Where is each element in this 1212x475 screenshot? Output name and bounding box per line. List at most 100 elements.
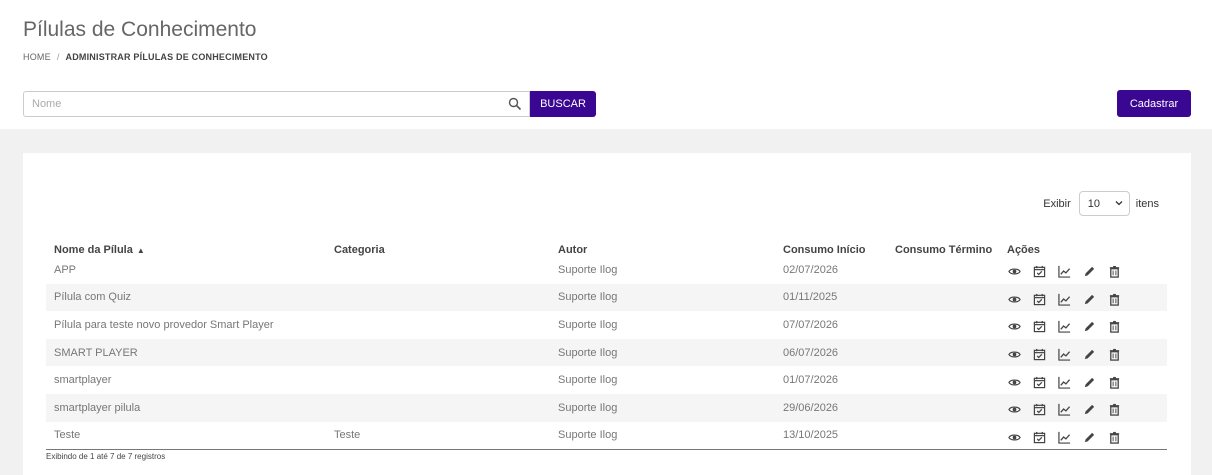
chart-line-icon[interactable] — [1057, 292, 1071, 306]
page-title: Pílulas de Conhecimento — [23, 18, 257, 41]
pencil-icon[interactable] — [1082, 320, 1096, 334]
cell-author: Suporte Ilog — [558, 263, 618, 276]
cell-name: Pílula para teste novo provedor Smart Pl… — [54, 318, 274, 331]
cell-author: Suporte Ilog — [558, 346, 618, 359]
calendar-check-icon[interactable] — [1032, 292, 1046, 306]
column-header-end[interactable]: Consumo Término — [887, 229, 999, 256]
cell-start: 01/11/2025 — [783, 291, 838, 304]
cell-actions — [999, 284, 1167, 312]
search-input[interactable] — [24, 92, 510, 116]
content-card: Exibir 10 itens Nome da Pílula ▲ Categori… — [23, 153, 1191, 475]
cell-end — [887, 339, 999, 367]
column-header-name[interactable]: Nome da Pílula ▲ — [46, 229, 326, 256]
table-row: smartplayer pilula Suporte Ilog 29/06/2026 — [46, 393, 1167, 422]
trash-icon[interactable] — [1107, 265, 1121, 279]
cell-end — [887, 366, 999, 394]
table-footer-info: Exibindo de 1 até 7 de 7 registros — [46, 452, 166, 461]
pencil-icon[interactable] — [1082, 348, 1096, 362]
cell-author: Suporte Ilog — [558, 374, 618, 387]
cell-name: smartplayer pilula — [54, 401, 141, 414]
calendar-check-icon[interactable] — [1032, 375, 1046, 389]
breadcrumb-separator: / — [56, 52, 60, 62]
cell-name: Teste — [54, 429, 81, 442]
cell-actions — [999, 366, 1167, 394]
table-row: Pílula para teste novo provedor Smart Pl… — [46, 311, 1167, 339]
eye-icon[interactable] — [1007, 292, 1021, 306]
table-row: smartplayer Suporte Ilog 01/07/2026 — [46, 366, 1167, 394]
search-icon[interactable] — [508, 97, 522, 111]
chart-line-icon[interactable] — [1057, 265, 1071, 279]
page-size-suffix: itens — [1135, 197, 1159, 210]
cell-end — [887, 284, 999, 312]
breadcrumb-current: ADMINISTRAR PÍLULAS DE CONHECIMENTO — [65, 52, 268, 62]
cell-actions — [999, 256, 1167, 284]
table-row: Teste Teste Suporte Ilog 13/10/2025 — [46, 422, 1167, 450]
trash-icon[interactable] — [1107, 375, 1121, 389]
page-size-select[interactable]: 10 — [1078, 191, 1130, 216]
breadcrumb-home[interactable]: HOME — [23, 52, 51, 62]
pills-table: Nome da Pílula ▲ Categoria Autor Consumo … — [46, 229, 1167, 450]
cell-name: SMART PLAYER — [54, 346, 138, 359]
search-button[interactable]: BUSCAR — [530, 91, 596, 117]
trash-icon[interactable] — [1107, 430, 1121, 444]
trash-icon[interactable] — [1107, 403, 1121, 417]
trash-icon[interactable] — [1107, 348, 1121, 362]
cell-category — [326, 311, 550, 339]
eye-icon[interactable] — [1007, 430, 1021, 444]
sort-asc-icon: ▲ — [136, 246, 145, 255]
chevron-down-icon — [1115, 198, 1123, 210]
search-box — [23, 91, 530, 117]
calendar-check-icon[interactable] — [1032, 430, 1046, 444]
chart-line-icon[interactable] — [1057, 403, 1071, 417]
cell-category — [326, 394, 550, 422]
chart-line-icon[interactable] — [1057, 430, 1071, 444]
cell-category — [326, 284, 550, 312]
cell-actions — [999, 394, 1167, 422]
eye-icon[interactable] — [1007, 348, 1021, 362]
cell-author: Suporte Ilog — [558, 318, 618, 331]
column-header-start[interactable]: Consumo Início — [775, 229, 887, 256]
cell-category — [326, 366, 550, 394]
eye-icon[interactable] — [1007, 375, 1021, 389]
cell-end — [887, 394, 999, 422]
create-button[interactable]: Cadastrar — [1117, 90, 1191, 117]
eye-icon[interactable] — [1007, 320, 1021, 334]
cell-name: smartplayer — [54, 374, 112, 387]
cell-author: Suporte Ilog — [558, 401, 618, 414]
cell-start: 02/07/2026 — [783, 263, 839, 276]
page-size-prefix: Exibir — [1043, 197, 1071, 210]
pencil-icon[interactable] — [1082, 265, 1096, 279]
cell-name: APP — [54, 263, 77, 276]
chart-line-icon[interactable] — [1057, 320, 1071, 334]
cell-end — [887, 311, 999, 339]
calendar-check-icon[interactable] — [1032, 320, 1046, 334]
cell-start: 29/06/2026 — [783, 401, 839, 414]
cell-end — [887, 256, 999, 284]
trash-icon[interactable] — [1107, 320, 1121, 334]
calendar-check-icon[interactable] — [1032, 403, 1046, 417]
cell-author: Suporte Ilog — [558, 291, 618, 304]
pencil-icon[interactable] — [1082, 430, 1096, 444]
chart-line-icon[interactable] — [1057, 375, 1071, 389]
cell-start: 07/07/2026 — [783, 318, 839, 331]
eye-icon[interactable] — [1007, 265, 1021, 279]
cell-name: Pílula com Quiz — [54, 291, 132, 304]
trash-icon[interactable] — [1107, 292, 1121, 306]
cell-start: 06/07/2026 — [783, 346, 839, 359]
cell-actions — [999, 339, 1167, 367]
calendar-check-icon[interactable] — [1032, 265, 1046, 279]
pencil-icon[interactable] — [1082, 375, 1096, 389]
calendar-check-icon[interactable] — [1032, 348, 1046, 362]
cell-end — [887, 422, 999, 450]
top-header: Pílulas de Conhecimento HOME / ADMINISTRAR… — [0, 0, 1212, 129]
column-header-category[interactable]: Categoria — [326, 229, 550, 256]
pencil-icon[interactable] — [1082, 403, 1096, 417]
column-header-author[interactable]: Autor — [550, 229, 775, 256]
cell-category — [326, 339, 550, 367]
eye-icon[interactable] — [1007, 403, 1021, 417]
table-header-row: Nome da Pílula ▲ Categoria Autor Consumo … — [46, 229, 1167, 256]
chart-line-icon[interactable] — [1057, 348, 1071, 362]
pencil-icon[interactable] — [1082, 292, 1096, 306]
cell-start: 01/07/2026 — [783, 374, 839, 387]
cell-start: 13/10/2025 — [783, 429, 839, 442]
